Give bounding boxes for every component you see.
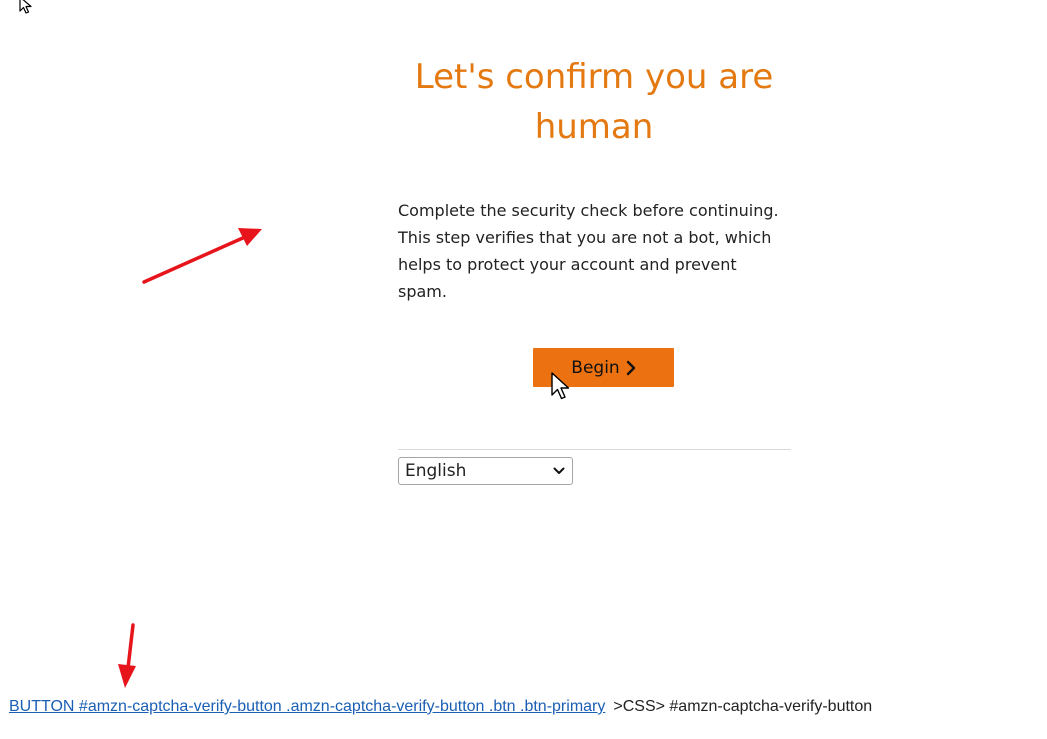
element-selector-link[interactable]: BUTTON #amzn-captcha-verify-button .amzn… [9, 698, 605, 715]
begin-button-label: Begin [571, 357, 620, 378]
chevron-right-icon [626, 360, 635, 375]
chevron-down-icon [553, 467, 565, 474]
page-title: Let's confirm you are human [414, 57, 774, 147]
security-check-description: Complete the security check before conti… [398, 201, 779, 301]
divider [398, 449, 791, 450]
css-selector-text: >CSS> #amzn-captcha-verify-button [613, 698, 873, 715]
begin-button[interactable]: Begin [533, 348, 674, 387]
mouse-cursor-icon [19, 0, 32, 14]
element-selector-footer: BUTTON #amzn-captcha-verify-button .amzn… [9, 698, 872, 716]
language-select[interactable]: English [398, 457, 573, 485]
language-select-value: English [405, 461, 467, 481]
